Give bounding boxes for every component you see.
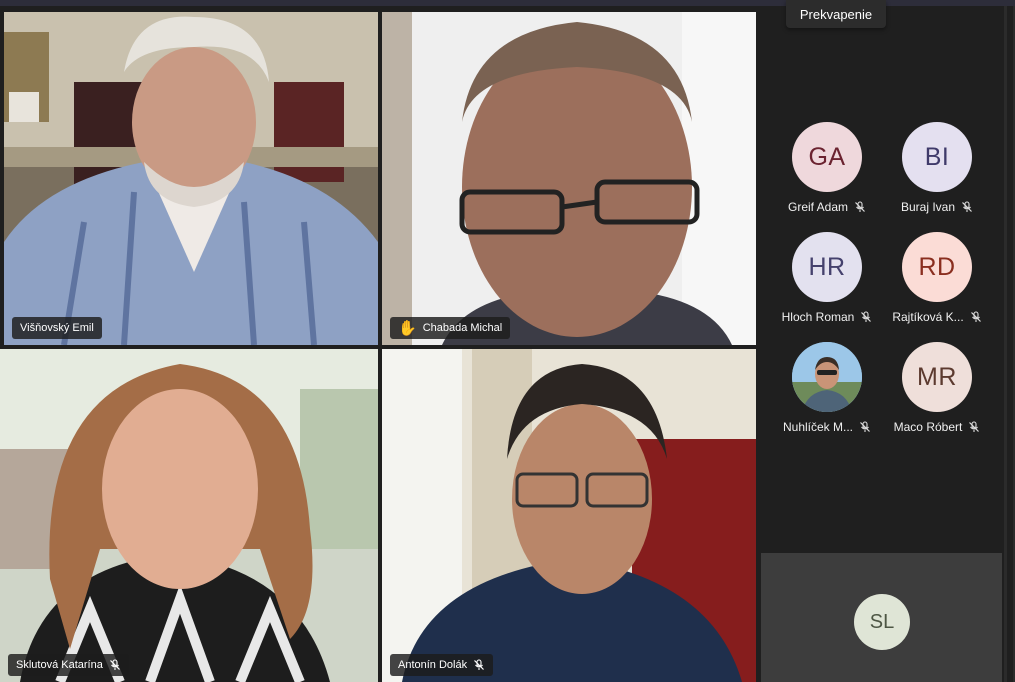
roster-participant-hloch[interactable]: HR Hloch Roman bbox=[772, 232, 882, 334]
participant-video bbox=[4, 12, 378, 345]
self-preview[interactable]: SL bbox=[761, 553, 1002, 682]
participant-name: Antonín Dolák bbox=[398, 659, 468, 671]
mic-muted-icon bbox=[860, 421, 870, 432]
avatar-initials: MR bbox=[917, 362, 957, 391]
participant-video bbox=[0, 349, 378, 682]
participant-name-tag: Antonín Dolák bbox=[390, 654, 494, 676]
participant-name: Sklutová Katarína bbox=[16, 659, 103, 671]
participant-video bbox=[382, 12, 756, 345]
avatar-initials: HR bbox=[808, 252, 846, 281]
avatar: RD bbox=[902, 232, 972, 302]
participant-name-tag: Sklutová Katarína bbox=[8, 654, 129, 676]
participant-name: Nuhlíček M... bbox=[782, 420, 854, 434]
mic-muted-icon bbox=[855, 201, 865, 212]
avatar-initials: RD bbox=[918, 252, 956, 281]
mic-muted-icon bbox=[970, 311, 981, 322]
tooltip-text: Prekvapenie bbox=[799, 6, 873, 22]
participant-video bbox=[382, 349, 756, 682]
scrollbar-thumb[interactable] bbox=[1007, 6, 1013, 682]
self-avatar: SL bbox=[854, 594, 910, 650]
participant-name: Višňovský Emil bbox=[20, 322, 94, 334]
participant-name: Hloch Roman bbox=[781, 310, 855, 324]
participant-name: Maco Róbert bbox=[893, 420, 963, 434]
roster-participant-rajtikova[interactable]: RD Rajtíková K... bbox=[882, 232, 992, 334]
video-tile-dolak[interactable]: Antonín Dolák bbox=[382, 349, 756, 682]
participant-name: Greif Adam bbox=[787, 200, 849, 214]
avatar: BI bbox=[902, 122, 972, 192]
participant-name: Buraj Ivan bbox=[900, 200, 956, 214]
roster-participant-buraj[interactable]: BI Buraj Ivan bbox=[882, 122, 992, 224]
video-tile-visnovsky[interactable]: Višňovský Emil bbox=[4, 12, 378, 345]
scrollbar[interactable] bbox=[1004, 6, 1015, 682]
roster-participant-maco[interactable]: MR Maco Róbert bbox=[882, 342, 992, 444]
avatar-initials: BI bbox=[924, 142, 950, 171]
participant-name-tag: Višňovský Emil bbox=[12, 317, 102, 339]
avatar-initials: SL bbox=[869, 610, 895, 633]
mic-muted-icon bbox=[109, 659, 120, 670]
participant-name-tag: ✋ Chabada Michal bbox=[390, 317, 511, 339]
roster-participant-greif[interactable]: GA Greif Adam bbox=[772, 122, 882, 224]
avatar-initials: GA bbox=[808, 142, 846, 171]
mic-muted-icon bbox=[969, 421, 980, 432]
profile-photo bbox=[792, 342, 862, 412]
participant-name: Rajtíková K... bbox=[892, 310, 964, 324]
mic-muted-icon bbox=[962, 201, 972, 212]
mic-muted-icon bbox=[474, 659, 485, 670]
tooltip: Prekvapenie bbox=[786, 0, 886, 28]
participant-name: Chabada Michal bbox=[422, 322, 503, 334]
video-tile-chabada[interactable]: ✋ Chabada Michal bbox=[382, 12, 756, 345]
avatar-photo bbox=[792, 342, 862, 412]
avatar: GA bbox=[792, 122, 862, 192]
avatar: HR bbox=[792, 232, 862, 302]
video-tile-sklutova[interactable]: Sklutová Katarína bbox=[0, 349, 378, 682]
raised-hand-icon: ✋ bbox=[398, 319, 417, 337]
avatar: MR bbox=[902, 342, 972, 412]
roster-participant-nuhlicek[interactable]: Nuhlíček M... bbox=[772, 342, 882, 444]
mic-muted-icon bbox=[861, 311, 872, 322]
